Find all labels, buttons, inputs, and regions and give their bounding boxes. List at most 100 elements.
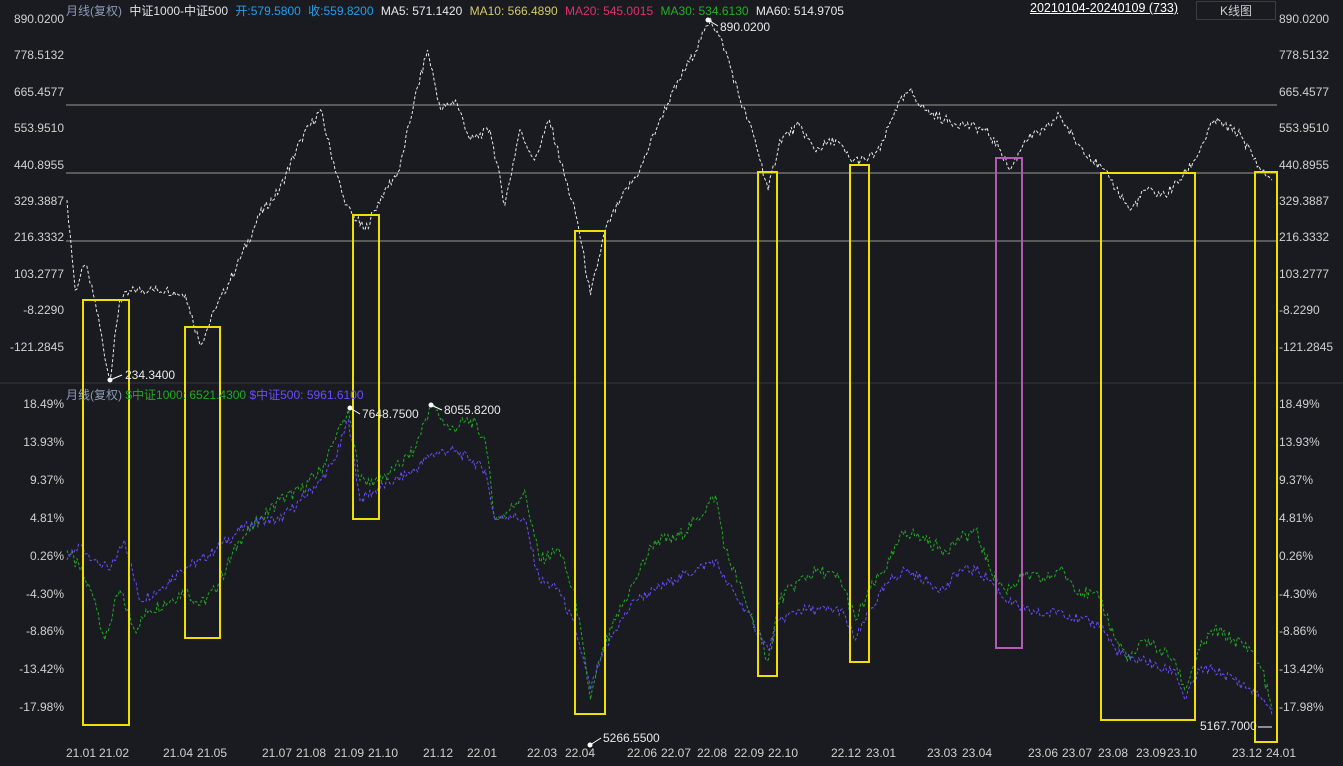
series-csi500-line[interactable] [66,418,1273,715]
series1-value: $中证1000: 6521.4300 [125,388,247,402]
x-tick: 23.09 [1136,746,1167,760]
x-tick: 23.03 [927,746,958,760]
main-header: 月线(复权) 中证1000-中证500 开:579.5800 收:559.820… [66,2,848,19]
ma20-value: MA20: 545.0015 [565,4,654,18]
highlight-box[interactable] [757,171,778,677]
x-tick: 21.12 [423,746,454,760]
x-tick: 23.04 [962,746,993,760]
x-tick: 21.07 [262,746,293,760]
y-tick-left: -4.30% [25,586,64,601]
period-label: 月线(复权) [66,4,122,18]
x-tick: 22.07 [661,746,692,760]
chart-canvas[interactable] [0,0,1343,766]
x-tick: 21.08 [296,746,327,760]
highlight-box[interactable] [352,214,380,520]
y-tick-right: -8.2290 [1279,303,1320,318]
y-tick-right: 103.2777 [1279,266,1330,281]
y-tick-left: 4.81% [29,510,64,525]
series-csi1000-line[interactable] [66,402,1273,710]
y-tick-right: 13.93% [1279,434,1320,449]
y-tick-right: 9.37% [1279,472,1314,487]
y-tick-right: 0.26% [1279,548,1314,563]
sub-header: 月线(复权) $中证1000: 6521.4300 $中证500: 5961.6… [66,386,364,403]
spread-min-label: 234.3400 [125,368,176,382]
y-tick-right: -13.42% [1279,662,1324,677]
x-tick: 24.01 [1266,746,1297,760]
y-tick-right: -4.30% [1279,586,1318,601]
kline-button[interactable]: K线图 [1196,1,1276,20]
ma10-value: MA10: 566.4890 [469,4,558,18]
highlight-box[interactable] [849,164,870,663]
y-tick-left: 216.3332 [13,230,64,245]
spread-line[interactable] [66,17,1273,383]
y-tick-left: 329.3887 [13,194,64,208]
x-tick: 23.01 [866,746,897,760]
y-tick-left: 778.5132 [13,48,64,63]
x-tick: 21.04 [163,746,194,760]
x-tick: 23.07 [1062,746,1093,760]
y-tick-right: 778.5132 [1279,48,1330,63]
series2-value: $中证500: 5961.6100 [249,388,364,402]
y-tick-right: 553.9510 [1279,121,1330,136]
end-label: 5167.7000 [1200,719,1257,733]
x-tick: 22.12 [831,746,862,760]
x-tick: 21.10 [368,746,399,760]
low-label: 5266.5500 [603,731,660,745]
ma30-value: MA30: 534.6130 [660,4,749,18]
x-tick: 22.09 [734,746,765,760]
peak-label-a: 7648.7500 [362,407,419,421]
y-tick-right: 329.3887 [1279,194,1330,208]
y-tick-right: -121.2845 [1279,339,1334,354]
y-tick-right: 216.3332 [1279,230,1330,245]
y-tick-left: -13.42% [19,662,64,677]
y-tick-left: -17.98% [19,700,64,715]
x-tick: 21.05 [197,746,228,760]
y-tick-left: -8.86% [25,624,64,639]
x-tick: 22.08 [697,746,728,760]
y-tick-left: 103.2777 [13,266,64,281]
y-tick-right: 4.81% [1279,510,1314,525]
y-tick-right: -17.98% [1279,700,1324,715]
x-tick: 22.01 [467,746,498,760]
y-tick-left: 13.93% [23,434,64,449]
x-tick: 21.01 [66,746,97,760]
y-tick-left: 0.26% [29,548,64,563]
highlight-box[interactable] [1254,171,1278,743]
highlight-box[interactable] [184,326,221,639]
highlight-box[interactable] [574,230,606,715]
x-tick: 22.04 [565,746,596,760]
y-tick-right: 665.4577 [1279,84,1330,99]
y-tick-left: -8.2290 [23,303,64,318]
spread-max-label: 890.0200 [720,20,771,34]
ma5-value: MA5: 571.1420 [380,4,463,18]
y-tick-left: 665.4577 [13,84,64,99]
highlight-box-purple[interactable] [995,157,1023,649]
highlight-box[interactable] [1100,172,1196,721]
x-tick: 22.03 [527,746,558,760]
ma60-value: MA60: 514.9705 [755,4,844,18]
y-tick-right: 18.49% [1279,397,1320,411]
x-tick: 23.10 [1167,746,1198,760]
y-tick-left: 440.8955 [13,157,64,172]
close-value: 收:559.8200 [308,4,374,18]
y-tick-left: 553.9510 [13,121,64,136]
y-tick-left: 9.37% [29,472,64,487]
open-value: 开:579.5800 [235,4,301,18]
x-tick: 23.06 [1028,746,1059,760]
x-tick: 23.08 [1098,746,1129,760]
y-tick-left: 890.0200 [13,12,64,26]
x-tick: 23.12 [1232,746,1263,760]
symbol-label: 中证1000-中证500 [129,4,229,18]
x-tick: 21.09 [334,746,365,760]
peak-label-b: 8055.8200 [444,403,501,417]
date-range-link[interactable]: 20210104-20240109 (733) [1030,1,1178,15]
x-tick: 21.02 [99,746,130,760]
x-tick: 22.10 [768,746,799,760]
x-tick: 22.06 [627,746,658,760]
y-tick-left: 18.49% [23,397,64,411]
sub-period-label: 月线(复权) [66,388,122,402]
y-tick-right: -8.86% [1279,624,1318,639]
y-tick-right: 890.0200 [1279,12,1330,26]
y-tick-right: 440.8955 [1279,157,1330,172]
y-tick-left: -121.2845 [9,339,64,354]
